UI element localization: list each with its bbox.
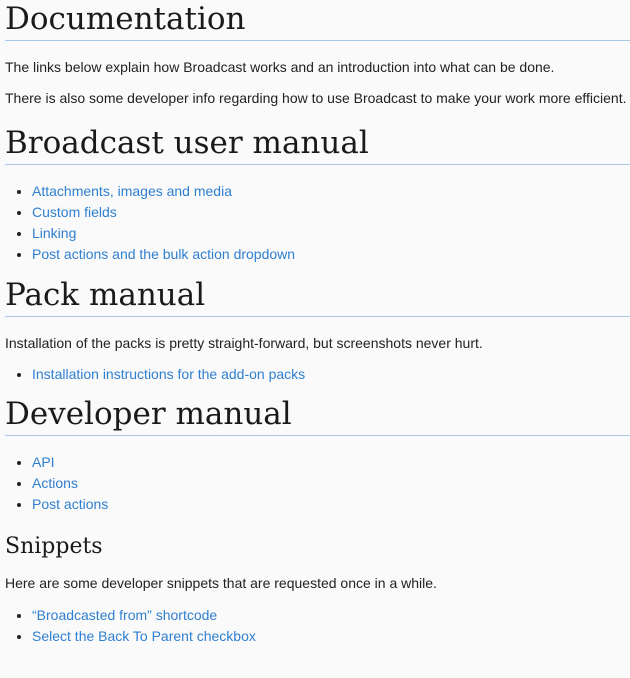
list-item: Select the Back To Parent checkbox [32, 626, 630, 647]
pack-manual-link-list: Installation instructions for the add-on… [5, 364, 630, 385]
intro-paragraph: The links below explain how Broadcast wo… [5, 59, 555, 75]
post-actions-link[interactable]: Post actions [32, 496, 108, 512]
snippets-paragraph: Here are some developer snippets that ar… [5, 575, 437, 591]
back-to-parent-checkbox-link[interactable]: Select the Back To Parent checkbox [32, 628, 256, 644]
developer-manual-heading: Developer manual [5, 395, 630, 436]
developer-manual-link-list: API Actions Post actions [5, 452, 630, 515]
list-item: Attachments, images and media [32, 181, 630, 202]
list-item: API [32, 452, 630, 473]
attachments-link[interactable]: Attachments, images and media [32, 183, 232, 199]
actions-link[interactable]: Actions [32, 475, 78, 491]
list-item: Custom fields [32, 202, 630, 223]
api-link[interactable]: API [32, 454, 55, 470]
list-item: Post actions [32, 494, 630, 515]
user-manual-heading: Broadcast user manual [5, 124, 630, 165]
list-item: Linking [32, 223, 630, 244]
custom-fields-link[interactable]: Custom fields [32, 204, 117, 220]
documentation-page: Documentation The links below explain ho… [0, 0, 630, 647]
list-item: Installation instructions for the add-on… [32, 364, 630, 385]
snippets-link-list: “Broadcasted from” shortcode Select the … [5, 605, 630, 647]
documentation-heading: Documentation [5, 0, 630, 41]
snippets-heading: Snippets [5, 534, 103, 559]
list-item: Actions [32, 473, 630, 494]
pack-manual-heading: Pack manual [5, 276, 630, 317]
list-item: “Broadcasted from” shortcode [32, 605, 630, 626]
post-actions-bulk-link[interactable]: Post actions and the bulk action dropdow… [32, 246, 295, 262]
broadcasted-from-shortcode-link[interactable]: “Broadcasted from” shortcode [32, 607, 217, 623]
pack-manual-paragraph: Installation of the packs is pretty stra… [5, 335, 483, 351]
developer-info-paragraph: There is also some developer info regard… [5, 90, 627, 106]
list-item: Post actions and the bulk action dropdow… [32, 244, 630, 265]
user-manual-link-list: Attachments, images and media Custom fie… [5, 181, 630, 265]
installation-instructions-link[interactable]: Installation instructions for the add-on… [32, 366, 305, 382]
linking-link[interactable]: Linking [32, 225, 76, 241]
